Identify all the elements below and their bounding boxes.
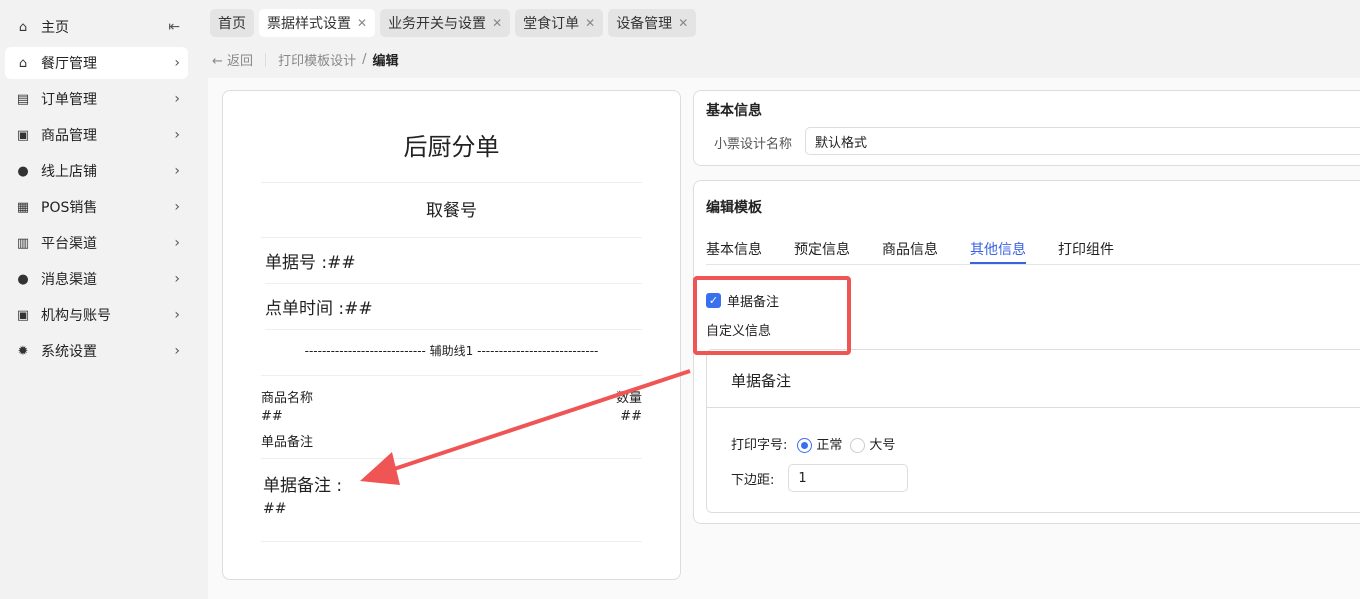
annotation-overlay	[360, 276, 851, 485]
annotation-arrow-line	[384, 369, 691, 474]
highlight-box	[693, 276, 851, 355]
annotation-arrow-head	[360, 452, 400, 485]
